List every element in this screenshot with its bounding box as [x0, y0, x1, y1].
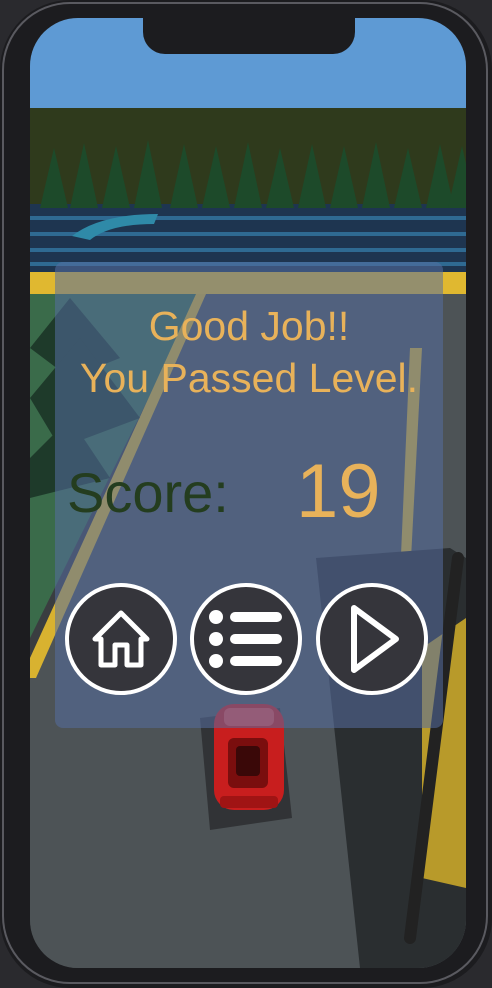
score-label: Score: — [67, 461, 229, 524]
home-icon — [92, 610, 150, 668]
score-value: 19 — [296, 449, 381, 534]
level-passed-text: You Passed Level. — [79, 355, 419, 401]
phone-notch — [143, 14, 355, 54]
game-screen: Good Job!! You Passed Level. Score: 19 — [30, 18, 466, 968]
play-icon — [351, 605, 399, 673]
next-level-button[interactable] — [316, 583, 428, 695]
level-complete-panel: Good Job!! You Passed Level. Score: 19 — [55, 262, 443, 728]
congrats-heading: Good Job!! — [148, 303, 350, 349]
level-menu-button[interactable] — [190, 583, 302, 695]
phone-frame: Good Job!! You Passed Level. Score: 19 — [0, 0, 492, 988]
list-icon — [209, 610, 282, 668]
home-button[interactable] — [65, 583, 177, 695]
